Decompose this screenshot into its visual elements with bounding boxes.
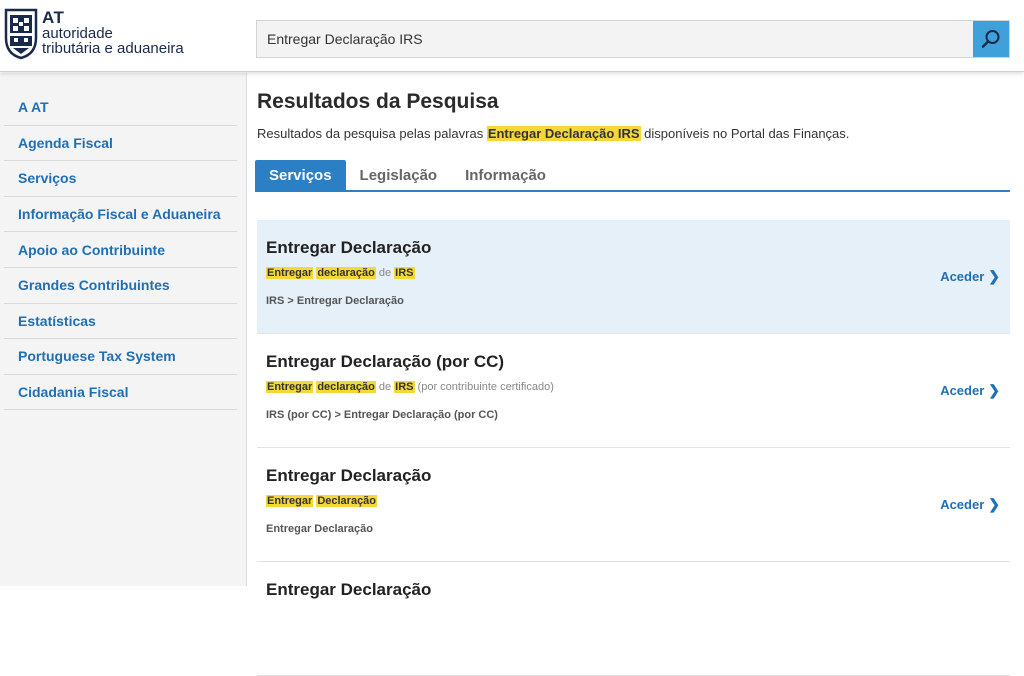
aceder-label: Aceder	[940, 269, 985, 284]
sidebar-nav: A AT Agenda Fiscal Serviços Informação F…	[0, 73, 247, 586]
result-description: Entregar declaração de IRS	[266, 267, 415, 279]
aceder-label: Aceder	[940, 497, 985, 512]
result-breadcrumb: Entregar Declaração	[266, 523, 373, 535]
search-button[interactable]	[973, 21, 1009, 57]
subtitle-pre: Resultados da pesquisa pelas palavras	[257, 126, 487, 141]
sidebar-menu: A AT Agenda Fiscal Serviços Informação F…	[4, 90, 237, 411]
desc-highlight: Entregar	[266, 381, 314, 393]
results-tabs: Serviços Legislação Informação	[255, 160, 1010, 192]
sidebar-item-grandes-contribuintes[interactable]: Grandes Contribuintes	[4, 268, 237, 304]
desc-highlight: declaração	[316, 267, 376, 279]
result-item[interactable]: Entregar Declaração Entregar declaração …	[257, 220, 1010, 334]
result-title[interactable]: Entregar Declaração	[266, 466, 431, 486]
subtitle-search-term: Entregar Declaração IRS	[486, 126, 641, 141]
desc-highlight: Declaração	[316, 495, 378, 507]
chevron-right-icon: ❯	[988, 268, 1000, 284]
logo-line-1: autoridade	[42, 25, 113, 42]
result-breadcrumb: IRS > Entregar Declaração	[266, 295, 404, 307]
sidebar-item-informacao-fiscal[interactable]: Informação Fiscal e Aduaneira	[4, 197, 237, 233]
aceder-link[interactable]: Aceder ❯	[940, 496, 1000, 513]
results-list: Entregar Declaração Entregar declaração …	[257, 220, 1010, 676]
result-breadcrumb: IRS (por CC) > Entregar Declaração (por …	[266, 409, 498, 421]
result-item[interactable]: Entregar Declaração (por CC) Entregar de…	[257, 334, 1010, 448]
logo-line-2: tributária e aduaneira	[42, 40, 184, 57]
chevron-right-icon: ❯	[988, 496, 1000, 512]
at-logo[interactable]: AT autoridade tributária e aduaneira	[4, 8, 184, 66]
search-input[interactable]	[257, 21, 973, 57]
sidebar-item-estatisticas[interactable]: Estatísticas	[4, 304, 237, 340]
aceder-link[interactable]: Aceder ❯	[940, 382, 1000, 399]
sidebar-item-cidadania-fiscal[interactable]: Cidadania Fiscal	[4, 375, 237, 411]
sidebar-item-servicos[interactable]: Serviços	[4, 161, 237, 197]
desc-highlight: IRS	[394, 267, 415, 279]
desc-text: (por contribuinte certificado)	[414, 381, 554, 393]
tab-informacao[interactable]: Informação	[451, 160, 560, 190]
tab-servicos[interactable]: Serviços	[255, 160, 346, 190]
site-header: AT autoridade tributária e aduaneira	[0, 0, 1024, 72]
logo-at: AT	[42, 8, 65, 27]
result-description: Entregar declaração de IRS (por contribu…	[266, 381, 554, 393]
desc-highlight: declaração	[316, 381, 376, 393]
page-title: Resultados da Pesquisa	[257, 90, 499, 113]
result-title[interactable]: Entregar Declaração	[266, 238, 431, 258]
sidebar-item-a-at[interactable]: A AT	[4, 90, 237, 126]
logo-text: AT autoridade tributária e aduaneira	[42, 8, 184, 57]
results-subtitle: Resultados da pesquisa pelas palavras En…	[257, 126, 849, 141]
sidebar-item-agenda-fiscal[interactable]: Agenda Fiscal	[4, 126, 237, 162]
aceder-label: Aceder	[940, 383, 985, 398]
result-item[interactable]: Entregar Declaração	[257, 562, 1010, 676]
result-title[interactable]: Entregar Declaração	[266, 580, 431, 600]
search-icon	[981, 30, 1000, 48]
aceder-link[interactable]: Aceder ❯	[940, 268, 1000, 285]
desc-highlight: Entregar	[266, 495, 314, 507]
tab-legislacao[interactable]: Legislação	[346, 160, 452, 190]
desc-text: de	[375, 381, 395, 393]
desc-text: de	[375, 267, 395, 279]
result-title[interactable]: Entregar Declaração (por CC)	[266, 352, 504, 372]
desc-highlight: IRS	[394, 381, 415, 393]
sidebar-item-portuguese-tax-system[interactable]: Portuguese Tax System	[4, 339, 237, 375]
sidebar-item-apoio-contribuinte[interactable]: Apoio ao Contribuinte	[4, 232, 237, 268]
desc-highlight: Entregar	[266, 267, 314, 279]
search-box	[256, 20, 1010, 58]
result-description: Entregar Declaração	[266, 495, 378, 507]
subtitle-post: disponíveis no Portal das Finanças.	[640, 126, 850, 141]
result-item[interactable]: Entregar Declaração Entregar Declaração …	[257, 448, 1010, 562]
coat-of-arms-icon	[4, 8, 38, 60]
chevron-right-icon: ❯	[988, 382, 1000, 398]
